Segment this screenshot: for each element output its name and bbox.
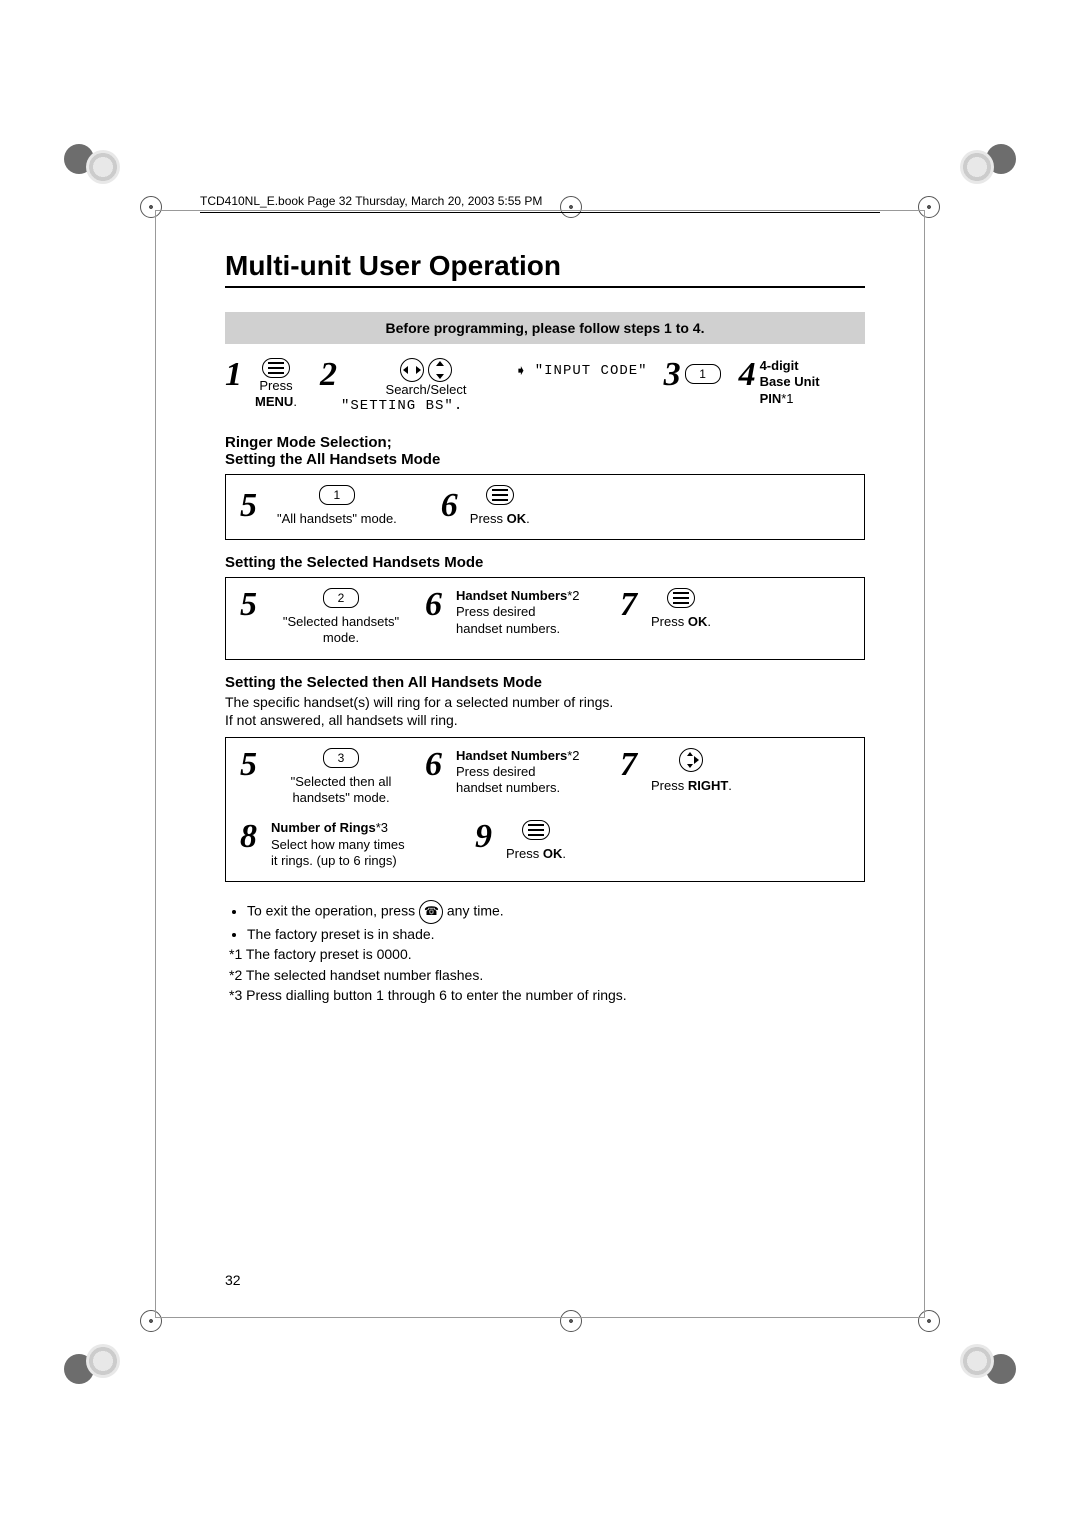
b-step-7-num: 7 bbox=[620, 588, 637, 622]
note-4: *2 The selected handset number flashes. bbox=[229, 965, 865, 985]
step-2-num: 2 bbox=[320, 358, 337, 392]
section-c-block: 5 3 "Selected then all handsets" mode. 6… bbox=[225, 737, 865, 882]
step-2-label: Search/Select bbox=[341, 382, 511, 398]
title-rule bbox=[225, 286, 865, 288]
c-step-8-l2: it rings. (up to 6 rings) bbox=[271, 853, 461, 869]
b-step-5-l2: mode. bbox=[323, 630, 359, 646]
preset-steps: 1 Press MENU. 2 Search/Select "SETTING B… bbox=[225, 358, 865, 416]
c-step-8-num: 8 bbox=[240, 820, 257, 854]
crop-mark bbox=[960, 150, 994, 184]
b-step-6-num: 6 bbox=[425, 588, 442, 622]
c-step-7-num: 7 bbox=[620, 748, 637, 782]
a-step-5-num: 5 bbox=[240, 489, 257, 523]
c-step-9-label: Press OK. bbox=[506, 846, 566, 862]
c-step-6-num: 6 bbox=[425, 748, 442, 782]
menu-icon bbox=[262, 358, 290, 378]
section-b-head: Setting the Selected Handsets Mode bbox=[225, 554, 865, 571]
display-input-code: "INPUT CODE" bbox=[535, 363, 648, 379]
nav-up-down-icon bbox=[428, 358, 452, 382]
c-step-6-head: Handset Numbers*2 bbox=[456, 748, 606, 764]
a-step-6-label: Press OK. bbox=[470, 511, 530, 527]
b-step-6-l2: handset numbers. bbox=[456, 621, 606, 637]
note-2: The factory preset is in shade. bbox=[247, 924, 865, 944]
step-4-num: 4 bbox=[739, 358, 756, 392]
c-step-8-l1: Select how many times bbox=[271, 837, 461, 853]
section-a-block: 5 1 "All handsets" mode. 6 Press OK. bbox=[225, 474, 865, 540]
c-step-9-num: 9 bbox=[475, 820, 492, 854]
pointer-icon: ➧ bbox=[515, 362, 527, 379]
b-step-6-l1: Press desired bbox=[456, 604, 606, 620]
section-b-block: 5 2 "Selected handsets" mode. 6 Handset … bbox=[225, 577, 865, 660]
step-1-num: 1 bbox=[225, 358, 242, 392]
c-step-5-l1: "Selected then all bbox=[291, 774, 392, 790]
crop-mark bbox=[86, 1344, 120, 1378]
menu-icon bbox=[522, 820, 550, 840]
dial-1-icon: 1 bbox=[685, 364, 721, 384]
step-3-num: 3 bbox=[664, 358, 681, 392]
step-4-l3: PIN*1 bbox=[760, 391, 820, 407]
crop-mark bbox=[86, 150, 120, 184]
c-step-6-l2: handset numbers. bbox=[456, 780, 606, 796]
a-step-5-label: "All handsets" mode. bbox=[277, 511, 397, 527]
c-step-7-label: Press RIGHT. bbox=[651, 778, 732, 794]
note-3: *1 The factory preset is 0000. bbox=[229, 944, 865, 964]
page-content: Multi-unit User Operation Before program… bbox=[225, 250, 865, 1019]
section-c-head: Setting the Selected then All Handsets M… bbox=[225, 674, 865, 691]
step-4-l2: Base Unit bbox=[760, 374, 820, 390]
nav-right-icon bbox=[679, 748, 703, 772]
nav-left-right-icon bbox=[400, 358, 424, 382]
step-4-l1: 4-digit bbox=[760, 358, 820, 374]
section-c-desc: The specific handset(s) will ring for a … bbox=[225, 693, 865, 729]
step-2-mono: "SETTING BS". bbox=[341, 398, 511, 416]
footnotes: To exit the operation, press any time. T… bbox=[225, 900, 865, 1005]
step-1-bold: MENU. bbox=[255, 394, 297, 410]
page-title: Multi-unit User Operation bbox=[225, 250, 865, 282]
c-step-6-l1: Press desired bbox=[456, 764, 606, 780]
b-step-5-num: 5 bbox=[240, 588, 257, 622]
b-step-6-head: Handset Numbers*2 bbox=[456, 588, 606, 604]
dial-3-icon: 3 bbox=[323, 748, 359, 768]
menu-icon bbox=[486, 485, 514, 505]
c-step-8-head: Number of Rings*3 bbox=[271, 820, 461, 836]
hangup-icon bbox=[419, 900, 443, 924]
note-5: *3 Press dialling button 1 through 6 to … bbox=[229, 985, 865, 1005]
c-step-5-l2: handsets" mode. bbox=[292, 790, 389, 806]
b-step-5-l1: "Selected handsets" bbox=[283, 614, 399, 630]
instruction-banner: Before programming, please follow steps … bbox=[225, 312, 865, 344]
note-1: To exit the operation, press any time. bbox=[247, 900, 865, 924]
b-step-7-label: Press OK. bbox=[651, 614, 711, 630]
dial-1-icon: 1 bbox=[319, 485, 355, 505]
dial-2-icon: 2 bbox=[323, 588, 359, 608]
page-number: 32 bbox=[225, 1272, 241, 1288]
a-step-6-num: 6 bbox=[441, 489, 458, 523]
menu-icon bbox=[667, 588, 695, 608]
crop-mark bbox=[960, 1344, 994, 1378]
section-a-head: Ringer Mode Selection; Setting the All H… bbox=[225, 434, 865, 468]
step-1-label: Press bbox=[259, 378, 292, 394]
c-step-5-num: 5 bbox=[240, 748, 257, 782]
